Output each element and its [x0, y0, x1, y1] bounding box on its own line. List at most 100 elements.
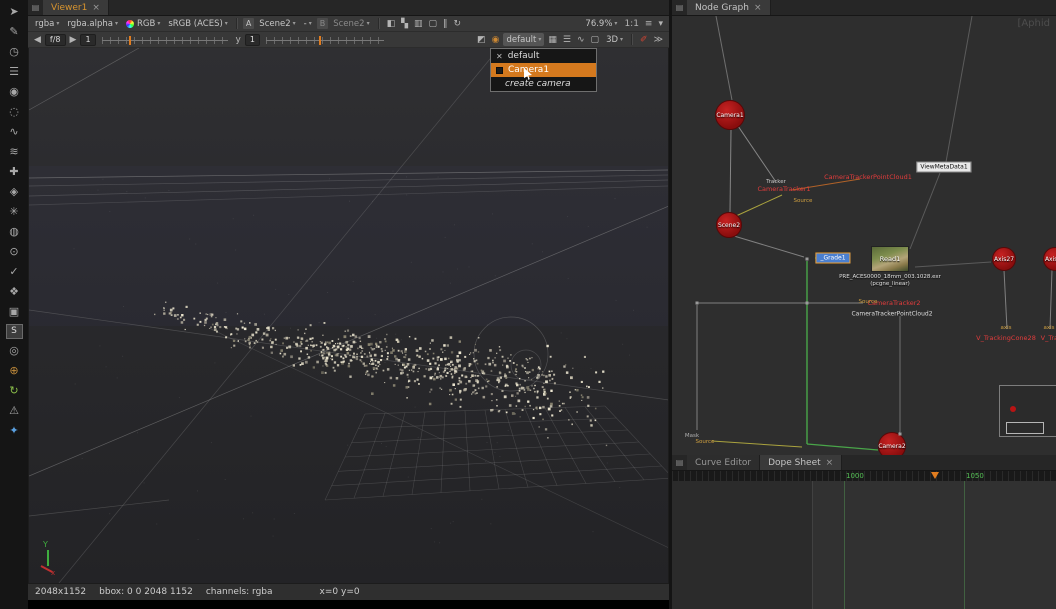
next-icon[interactable]: ▶ — [68, 35, 79, 45]
gamma-field[interactable]: 1 — [245, 34, 260, 46]
node-camera1[interactable]: Camera1 — [715, 100, 745, 130]
camera-select[interactable]: default ▾ — [503, 33, 544, 46]
blend-select[interactable]: - ▾ — [301, 17, 315, 30]
slider-thumb[interactable] — [129, 36, 131, 45]
stamp-tool-icon[interactable]: S — [6, 324, 23, 339]
blend-value: - — [304, 19, 307, 29]
particles-tool-icon[interactable]: ✳ — [2, 202, 26, 222]
paint-sample-icon[interactable]: ✐ — [638, 35, 650, 45]
display-select[interactable]: RGB ▾ — [123, 17, 163, 30]
node-cameratrackerpointcloud2[interactable]: CameraTrackerPointCloud2 — [851, 311, 932, 318]
draw-tool-icon[interactable]: ✎ — [2, 22, 26, 42]
timeline-ruler[interactable]: 10001050 — [672, 471, 1056, 481]
close-icon[interactable]: × — [826, 458, 834, 468]
panel-menu-icon[interactable]: ▤ — [28, 0, 43, 15]
dope-sheet-canvas[interactable] — [672, 481, 1056, 609]
close-icon[interactable]: × — [92, 3, 100, 13]
metadata-tool-icon[interactable]: ✓ — [2, 262, 26, 282]
views-tool-icon[interactable]: ⊙ — [2, 242, 26, 262]
layer-list-icon[interactable]: ☰ — [561, 35, 573, 45]
status-channels: channels: rgba — [206, 587, 273, 597]
close-icon[interactable]: × — [754, 3, 762, 13]
paint-tool-icon[interactable]: ❖ — [2, 282, 26, 302]
tab-node-graph[interactable]: Node Graph × — [687, 0, 771, 15]
colorspace-select[interactable]: sRGB (ACES) ▾ — [165, 17, 230, 30]
view-mode-select[interactable]: 3D ▾ — [603, 33, 626, 46]
roi-icon[interactable]: ▢ — [589, 35, 602, 45]
tab-dope-sheet[interactable]: Dope Sheet × — [760, 455, 842, 470]
node-v-trackingcone28[interactable]: V_TrackingCone28 — [976, 334, 1036, 342]
gain-slider[interactable] — [102, 34, 228, 46]
node-camera2[interactable]: Camera2 — [878, 432, 906, 455]
playhead-marker[interactable] — [931, 472, 939, 479]
fstop-field[interactable]: f/8 — [45, 34, 66, 46]
panel-menu-icon[interactable]: ▤ — [672, 455, 687, 470]
alerts-tool-icon[interactable]: ⚠ — [2, 401, 26, 421]
viewer-3d-viewport[interactable]: Y x — [28, 48, 669, 583]
checker-icon[interactable]: ▚ — [399, 19, 410, 29]
pipe-dot[interactable] — [696, 302, 699, 305]
node-viewmetadata1[interactable]: ViewMetaData1 — [916, 162, 971, 173]
input-b-select[interactable]: Scene2 ▾ — [330, 17, 372, 30]
pipe-dot[interactable] — [806, 302, 809, 305]
right-column: ▤ Node Graph × [Aphid Camera1Scene2Camer… — [669, 0, 1056, 609]
select-tool-icon[interactable]: ➤ — [2, 2, 26, 22]
ocio-tool-icon[interactable]: ⊕ — [2, 361, 26, 381]
time-tool-icon[interactable]: ◷ — [2, 42, 26, 62]
3d-tool-icon[interactable]: ◈ — [2, 182, 26, 202]
node-v-track[interactable]: V_Track — [1041, 334, 1056, 342]
channel-tool-icon[interactable]: ☰ — [2, 62, 26, 82]
pause-icon[interactable]: ‖ — [441, 19, 450, 29]
lock-frame-icon[interactable]: ▦ — [546, 35, 559, 45]
wave-icon[interactable]: ∿ — [575, 35, 587, 45]
merge-tool-icon[interactable]: ≋ — [2, 142, 26, 162]
wipe-icon[interactable]: ◧ — [385, 19, 398, 29]
deep-tool-icon[interactable]: ◍ — [2, 222, 26, 242]
layer-select[interactable]: rgba.alpha ▾ — [64, 17, 121, 30]
menu-item-camera1[interactable]: Camera1 — [491, 63, 596, 77]
mask-overlay-icon[interactable]: ▥ — [412, 19, 425, 29]
node-cameratracker1[interactable]: CameraTracker1 — [757, 185, 810, 193]
tab-curve-editor[interactable]: Curve Editor — [687, 455, 760, 470]
pipe-dot[interactable] — [899, 433, 902, 436]
collapse-icon[interactable]: ▾ — [656, 19, 665, 29]
frame-tool-icon[interactable]: ▣ — [2, 302, 26, 322]
actual-size-button[interactable]: 1:1 — [622, 19, 640, 29]
pipe-dot[interactable] — [806, 258, 809, 261]
tab-viewer1[interactable]: Viewer1 × — [43, 0, 109, 15]
frame-gridline — [844, 481, 845, 609]
prev-icon[interactable]: ◀ — [32, 35, 43, 45]
filter-tool-icon[interactable]: ◌ — [2, 102, 26, 122]
sync-tool-icon[interactable]: ↻ — [2, 381, 26, 401]
node-cameratrackerpointcloud1[interactable]: CameraTrackerPointCloud1 — [824, 173, 912, 181]
color-tool-icon[interactable]: ◉ — [2, 82, 26, 102]
channels-select[interactable]: rgba ▾ — [32, 17, 62, 30]
roi-icon[interactable]: ▢ — [427, 19, 440, 29]
keyer-tool-icon[interactable]: ∿ — [2, 122, 26, 142]
panel-menu-icon[interactable]: ▤ — [672, 0, 687, 15]
input-a-select[interactable]: Scene2 ▾ — [256, 17, 298, 30]
menu-item-default[interactable]: ✕ default — [491, 49, 596, 63]
slider-track — [266, 40, 384, 41]
refresh-icon[interactable]: ↻ — [452, 19, 464, 29]
viewer-statusbar: 2048x1152 bbox: 0 0 2048 1152 channels: … — [28, 583, 669, 600]
viewer-menu-icon[interactable]: ≡ — [643, 19, 655, 29]
node-scene2[interactable]: Scene2 — [716, 212, 742, 238]
navigate-tool-icon[interactable]: ✦ — [2, 421, 26, 441]
viewer-tabbar: ▤ Viewer1 × — [28, 0, 669, 16]
floating-panel[interactable] — [999, 385, 1056, 437]
transform-tool-icon[interactable]: ✚ — [2, 162, 26, 182]
dope-sheet-panel: ▤ Curve Editor Dope Sheet × 10001050 — [672, 455, 1056, 609]
node-graph-canvas[interactable]: [Aphid Camera1Scene2CameraTracker1Camera… — [672, 16, 1056, 455]
zoom-select[interactable]: 76.9% ▾ — [582, 17, 620, 30]
gamma-slider[interactable] — [266, 34, 384, 46]
more-icon[interactable]: ≫ — [652, 35, 665, 45]
presets-tool-icon[interactable]: ◎ — [2, 341, 26, 361]
node--grade1[interactable]: _Grade1 — [815, 253, 850, 264]
menu-item-create-camera[interactable]: create camera — [491, 77, 596, 91]
node-axis27[interactable]: Axis27 — [992, 247, 1016, 271]
node-read1[interactable]: Read1PRE_ACES0000_18mm_003.1028.exr(pcgn… — [871, 246, 909, 272]
slider-thumb[interactable] — [319, 36, 321, 45]
gain-field[interactable]: 1 — [80, 34, 95, 46]
input-process-icon[interactable]: ◩ — [475, 35, 488, 45]
